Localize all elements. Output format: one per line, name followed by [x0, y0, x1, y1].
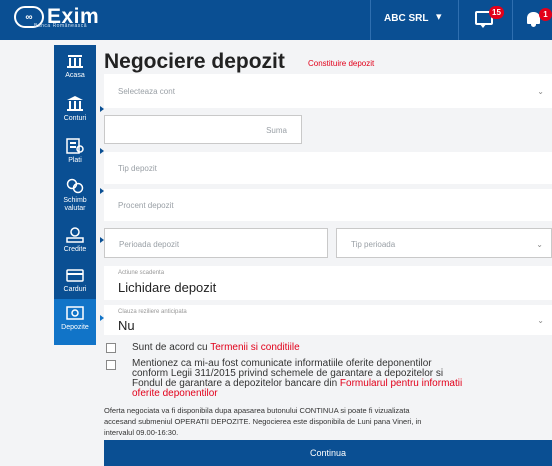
early-termination-select[interactable]: Clauza reziliere anticipata Nu ⌄: [104, 305, 552, 335]
sidebar-item-label: Credite: [63, 246, 87, 253]
sidebar-item-label: Conturi: [63, 115, 87, 122]
sidebar-item-depozite[interactable]: Depozite: [54, 299, 96, 345]
account-select[interactable]: Selecteaza cont ⌄: [104, 74, 552, 108]
page-title: Negociere depozit: [104, 50, 285, 73]
sidebar-item-label: Acasa: [65, 72, 85, 79]
company-selector[interactable]: ABC SRL: [384, 13, 428, 24]
sidebar-item-label: Schimb valutar: [63, 197, 87, 212]
info-checkbox[interactable]: [106, 360, 116, 370]
notifications-badge: 1: [539, 8, 552, 21]
chevron-down-icon: ⌄: [536, 240, 543, 249]
chevron-down-icon[interactable]: ▾: [436, 10, 442, 23]
deposit-percent-field[interactable]: Procent depozit: [104, 189, 552, 221]
sidebar-item-schimb-valutar[interactable]: Schimb valutar: [54, 172, 96, 220]
deposit-icon: [66, 304, 84, 322]
sidebar-item-acasa[interactable]: Acasa: [54, 47, 96, 87]
sidebar: Acasa Conturi Plati Schimb valutar Credi…: [54, 45, 104, 345]
chevron-down-icon: ⌄: [537, 87, 544, 96]
deposit-percent-placeholder: Procent depozit: [118, 201, 174, 210]
sidebar-item-label: Depozite: [61, 324, 89, 331]
card-icon: [66, 266, 84, 284]
period-type-placeholder: Tip perioada: [351, 240, 396, 249]
info-form-link-cont[interactable]: oferite deponentilor: [132, 389, 218, 399]
divider: [370, 0, 371, 40]
top-bar: ∞ Exim Banca Românească ABC SRL ▾ 15 1: [0, 0, 552, 40]
divider: [458, 0, 459, 40]
deposit-type-select[interactable]: Tip depozit: [104, 152, 552, 184]
period-type-select[interactable]: Tip perioada ⌄: [336, 228, 552, 258]
sidebar-item-conturi[interactable]: Conturi: [54, 90, 96, 130]
deposit-type-placeholder: Tip depozit: [118, 164, 157, 173]
credit-icon: [66, 226, 84, 244]
sidebar-item-plati[interactable]: Plati: [54, 132, 96, 172]
early-termination-value: Nu: [118, 318, 135, 333]
continue-button[interactable]: Continua: [104, 440, 552, 466]
deposit-period-input[interactable]: Perioada depozit: [104, 228, 328, 258]
offer-note: Oferta negociata va fi disponibila dupa …: [104, 406, 422, 437]
maturity-action-label: Actiune scadenta: [118, 270, 165, 276]
amount-input[interactable]: Suma: [104, 115, 302, 144]
bank-icon: [66, 95, 84, 113]
logo-tagline: Banca Românească: [34, 23, 88, 29]
payments-icon: [66, 137, 84, 155]
messages-badge: 15: [489, 6, 504, 19]
terms-checkbox[interactable]: [106, 343, 116, 353]
divider: [512, 0, 513, 40]
sidebar-item-carduri[interactable]: Carduri: [54, 261, 96, 301]
maturity-action-select[interactable]: Actiune scadenta Lichidare depozit: [104, 266, 552, 300]
home-icon: [66, 52, 84, 70]
chevron-down-icon: ⌄: [537, 316, 544, 325]
terms-text: Sunt de acord cu Termenii si conditiile: [132, 342, 300, 353]
early-termination-label: Clauza reziliere anticipata: [118, 309, 187, 315]
amount-placeholder: Suma: [266, 126, 287, 135]
terms-link[interactable]: Termenii si conditiile: [210, 342, 299, 353]
deposit-period-placeholder: Perioada depozit: [119, 240, 180, 249]
account-placeholder: Selecteaza cont: [118, 87, 175, 96]
maturity-action-value: Lichidare depozit: [118, 280, 217, 295]
currency-exchange-icon: [66, 177, 84, 195]
sidebar-item-label: Carduri: [63, 286, 87, 293]
page-subtitle: Constituire depozit: [308, 59, 375, 68]
sidebar-item-label: Plati: [68, 157, 82, 164]
sidebar-item-credite[interactable]: Credite: [54, 221, 96, 261]
info-form-link[interactable]: Formularul pentru informatii: [340, 378, 462, 389]
